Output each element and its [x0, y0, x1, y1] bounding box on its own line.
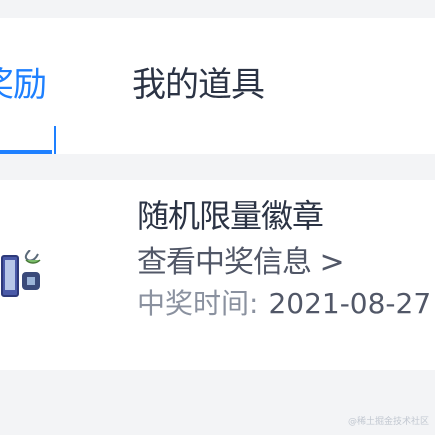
tab-my-items[interactable]: 我的道具 — [132, 65, 265, 105]
win-time-label: 中奖时间: — [137, 287, 259, 320]
prize-card: 随机限量徽章 查看中奖信息 > 中奖时间: 2021-08-27 — [0, 180, 435, 370]
view-prize-info-label: 查看中奖信息 — [137, 245, 312, 280]
badge-image — [1, 250, 41, 297]
tab-rewards[interactable]: 奖励 — [0, 65, 47, 105]
prize-title: 随机限量徽章 — [137, 197, 324, 235]
win-time-value: 2021-08-27 — [268, 287, 432, 320]
active-tab-indicator — [0, 150, 52, 154]
chevron-right-icon: > — [319, 245, 345, 280]
view-prize-info-link[interactable]: 查看中奖信息 > — [137, 245, 345, 280]
tab-rewards-label: 奖励 — [0, 65, 47, 105]
badge-card-inner — [5, 260, 15, 290]
win-time: 中奖时间: 2021-08-27 — [137, 290, 431, 318]
badge-sprout-icon — [24, 250, 39, 262]
tabs-bar: 奖励 我的道具 — [0, 18, 435, 154]
tab-my-items-label: 我的道具 — [132, 65, 265, 105]
watermark: @稀土掘金技术社区 — [347, 417, 429, 427]
tab-divider — [54, 126, 56, 154]
